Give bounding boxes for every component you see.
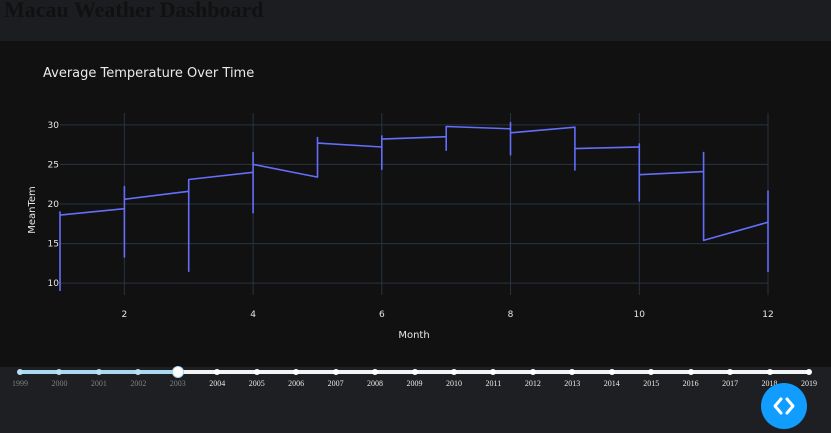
graph-panel: Average Temperature Over Time Month Mean… bbox=[0, 41, 831, 367]
x-tick-label: 6 bbox=[379, 310, 385, 320]
chart-title: Average Temperature Over Time bbox=[43, 66, 254, 81]
slider-mark-label[interactable]: 2017 bbox=[722, 379, 738, 388]
slider-dot[interactable] bbox=[56, 369, 63, 375]
slider-dot[interactable] bbox=[569, 369, 576, 375]
page-title: Macau Weather Dashboard bbox=[4, 0, 264, 22]
slider-mark-label[interactable]: 1999 bbox=[12, 379, 28, 388]
slider-mark-label[interactable]: 2004 bbox=[209, 379, 225, 388]
line-series bbox=[59, 121, 769, 291]
grid-lines bbox=[60, 113, 769, 295]
slider-dot[interactable] bbox=[253, 369, 260, 375]
year-slider[interactable]: 1999 2000 2001 2002 2003 2004 2005 2006 2007 2008… bbox=[0, 366, 831, 433]
slider-mark-label[interactable]: 2010 bbox=[446, 379, 462, 388]
slider-dot[interactable] bbox=[727, 369, 734, 375]
x-tick-label: 10 bbox=[634, 310, 646, 320]
slider-mark-label[interactable]: 2001 bbox=[91, 379, 107, 388]
slider-mark-label[interactable]: 2011 bbox=[486, 379, 502, 388]
y-tick-label: 20 bbox=[48, 200, 60, 210]
slider-mark-label[interactable]: 2000 bbox=[51, 379, 67, 388]
slider-mark-label[interactable]: 2012 bbox=[525, 379, 541, 388]
x-axis-title: Month bbox=[398, 330, 429, 341]
slider-mark-label[interactable]: 2009 bbox=[407, 379, 423, 388]
slider-dot[interactable] bbox=[332, 369, 339, 375]
slider-mark-label[interactable]: 2008 bbox=[367, 379, 383, 388]
slider-dot[interactable] bbox=[411, 369, 418, 375]
slider-dot[interactable] bbox=[608, 369, 615, 375]
y-tick-label: 30 bbox=[48, 121, 60, 131]
y-tick-label: 10 bbox=[48, 279, 60, 289]
slider-mark-label[interactable]: 2016 bbox=[683, 379, 699, 388]
debug-toggle-button[interactable] bbox=[761, 383, 807, 429]
slider-mark-label[interactable]: 2019 bbox=[801, 379, 817, 388]
slider-dot[interactable] bbox=[490, 369, 497, 375]
y-tick-label: 25 bbox=[48, 160, 59, 170]
slider-dot[interactable] bbox=[372, 369, 379, 375]
slider-mark-label[interactable]: 2015 bbox=[643, 379, 659, 388]
page-header: Macau Weather Dashboard bbox=[0, 0, 831, 41]
slider-mark-label[interactable]: 2014 bbox=[604, 379, 620, 388]
slider-dot[interactable] bbox=[135, 369, 142, 375]
slider-dot[interactable] bbox=[687, 369, 694, 375]
temperature-chart[interactable]: Average Temperature Over Time Month Mean… bbox=[0, 41, 831, 367]
y-tick-label: 15 bbox=[48, 240, 59, 250]
x-tick-label: 12 bbox=[762, 310, 773, 320]
slider-dot[interactable] bbox=[766, 369, 773, 375]
temperature-line bbox=[59, 121, 769, 291]
x-tick-label: 2 bbox=[121, 310, 127, 320]
slider-dot[interactable] bbox=[806, 369, 812, 375]
y-axis-title: MeanTem bbox=[27, 186, 38, 234]
slider-mark-label[interactable]: 2013 bbox=[564, 379, 580, 388]
slider-mark-label[interactable]: 2005 bbox=[249, 379, 265, 388]
slider-mark-label[interactable]: 2002 bbox=[130, 379, 146, 388]
slider-mark-label[interactable]: 2006 bbox=[288, 379, 304, 388]
slider-dot[interactable] bbox=[293, 369, 300, 375]
slider-dot[interactable] bbox=[214, 369, 221, 375]
x-tick-label: 4 bbox=[250, 310, 256, 320]
slider-mark-label[interactable]: 2003 bbox=[170, 379, 186, 388]
code-brackets-icon bbox=[773, 397, 795, 415]
slider-dot[interactable] bbox=[529, 369, 536, 375]
slider-dot[interactable] bbox=[450, 369, 457, 375]
x-tick-label: 8 bbox=[508, 310, 514, 320]
slider-dot[interactable] bbox=[17, 369, 23, 375]
tick-labels: 2 4 6 8 10 12 10 15 20 25 30 bbox=[48, 121, 774, 320]
slider-dot[interactable] bbox=[648, 369, 655, 375]
slider-mark-label[interactable]: 2007 bbox=[328, 379, 344, 388]
slider-handle[interactable] bbox=[171, 366, 184, 378]
slider-dot[interactable] bbox=[95, 369, 102, 375]
